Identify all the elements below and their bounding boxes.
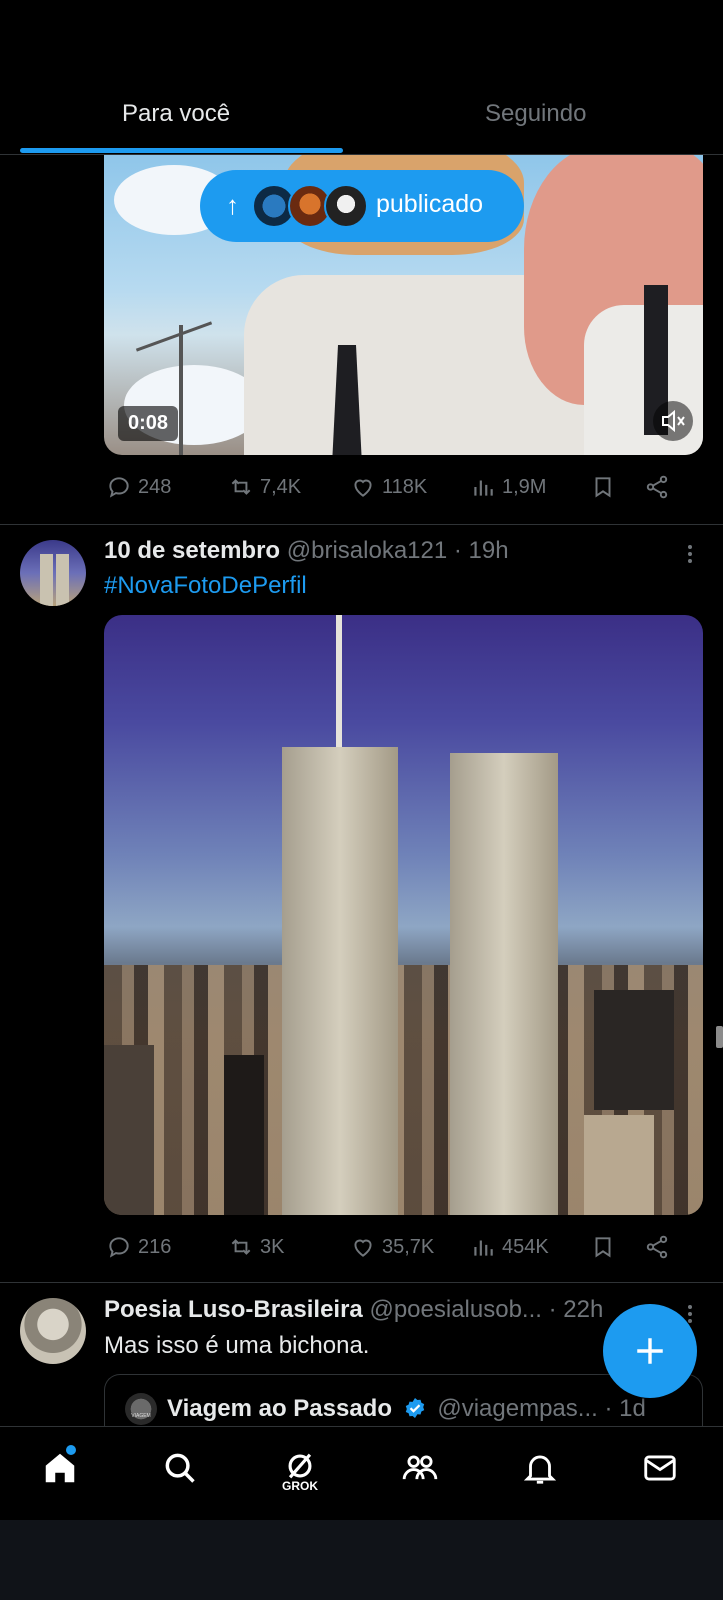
repost-count: 7,4K [260, 475, 302, 498]
tweet-divider [0, 524, 723, 525]
system-navigation-bar [0, 1520, 723, 1600]
reply-button[interactable]: 216 [106, 1234, 171, 1260]
grok-icon [288, 1453, 312, 1479]
tweet-actions: 216 3K 35,7K 454K [104, 1234, 694, 1270]
bookmark-button[interactable] [590, 1234, 616, 1260]
views-chart-icon [474, 480, 493, 496]
new-posts-label: publicado [376, 190, 484, 218]
author-name[interactable]: 10 de setembro [104, 537, 280, 564]
mute-button[interactable] [653, 401, 693, 441]
nav-home[interactable] [38, 1445, 82, 1497]
avatar: VIAGEM [125, 1393, 157, 1425]
avatar-text: VIAGEM [131, 1413, 151, 1419]
video-antenna [179, 325, 183, 455]
image-building [224, 1055, 264, 1215]
like-button[interactable]: 35,7K [350, 1234, 434, 1260]
notification-dot [66, 1445, 76, 1455]
tweet-header: Poesia Luso-Brasileira @poesialusob... ·… [104, 1296, 603, 1324]
tweet-actions: 248 7,4K 118K 1,9M [104, 474, 694, 510]
bell-icon [523, 1455, 557, 1484]
quoted-author-handle: @viagempas... [437, 1395, 598, 1422]
repost-icon [231, 1239, 251, 1255]
like-count: 118K [382, 475, 428, 498]
views-button[interactable]: 454K [470, 1234, 549, 1260]
quoted-tweet-header: Viagem ao Passado @viagempas... · 1d [167, 1395, 646, 1423]
plus-icon [637, 1338, 663, 1364]
share-icon [646, 475, 668, 499]
nav-notifications[interactable] [518, 1449, 562, 1497]
reply-count: 216 [138, 1235, 172, 1258]
tab-following[interactable]: Seguindo [485, 100, 586, 128]
communities-icon [402, 1455, 438, 1480]
hashtag-link[interactable]: #NovaFotoDePerfil [104, 572, 307, 600]
grok-label: GROK [282, 1479, 318, 1493]
nav-search[interactable] [158, 1449, 202, 1497]
tweet-time: · 19h [453, 537, 509, 564]
repost-button[interactable]: 7,4K [228, 474, 301, 500]
image-building [594, 990, 674, 1110]
reply-icon [109, 477, 129, 498]
search-icon [165, 1453, 195, 1483]
tweet-divider [0, 1282, 723, 1283]
tweet-header: 10 de setembro @brisaloka121 · 19h [104, 537, 509, 565]
repost-button[interactable]: 3K [228, 1234, 284, 1260]
share-button[interactable] [644, 1234, 670, 1260]
tweet-image[interactable] [104, 615, 703, 1215]
compose-button[interactable] [603, 1304, 697, 1398]
share-button[interactable] [644, 474, 670, 500]
heart-icon [354, 1239, 372, 1257]
home-icon [45, 1453, 75, 1483]
like-button[interactable]: 118K [350, 474, 427, 500]
reply-button[interactable]: 248 [106, 474, 171, 500]
quoted-author-name: Viagem ao Passado [167, 1395, 392, 1422]
video-antenna-bar [135, 321, 213, 352]
tweet-time: · 22h [548, 1296, 604, 1323]
bookmark-icon [595, 477, 611, 498]
new-posts-pill[interactable]: ↑ publicado [200, 170, 524, 242]
arrow-up-icon: ↑ [226, 190, 239, 220]
avatar[interactable] [20, 1298, 86, 1364]
reply-icon [109, 1237, 129, 1258]
share-icon [646, 1235, 668, 1259]
more-options-icon[interactable] [684, 542, 696, 570]
view-count: 1,9M [502, 475, 547, 498]
quoted-tweet[interactable]: VIAGEM Viagem ao Passado @viagempas... ·… [104, 1374, 703, 1434]
image-antenna [336, 615, 342, 749]
repost-icon [231, 479, 251, 495]
reply-count: 248 [138, 475, 172, 498]
quoted-tweet-time: · 1d [604, 1395, 646, 1422]
avatar[interactable] [20, 540, 86, 606]
image-building [104, 1045, 154, 1215]
views-button[interactable]: 1,9M [470, 474, 546, 500]
tab-for-you[interactable]: Para você [122, 100, 230, 128]
bottom-navigation: GROK [0, 1426, 723, 1520]
tweet-text: Mas isso é uma bichona. [104, 1332, 370, 1359]
image-building [584, 1115, 654, 1215]
bookmark-icon [595, 1237, 611, 1258]
nav-messages[interactable] [638, 1449, 682, 1497]
view-count: 454K [502, 1235, 549, 1258]
mail-icon [644, 1455, 676, 1481]
muted-speaker-icon [662, 409, 685, 433]
heart-icon [354, 479, 372, 497]
author-name[interactable]: Poesia Luso-Brasileira [104, 1296, 363, 1323]
like-count: 35,7K [382, 1235, 435, 1258]
nav-communities[interactable] [398, 1449, 442, 1497]
author-handle[interactable]: @brisaloka121 [287, 537, 447, 564]
bookmark-button[interactable] [590, 474, 616, 500]
video-duration: 0:08 [118, 406, 179, 441]
nav-grok[interactable]: GROK [278, 1449, 322, 1497]
image-tower [282, 747, 398, 1215]
repost-count: 3K [260, 1235, 285, 1258]
avatar [324, 184, 368, 228]
image-tower [450, 753, 558, 1215]
views-chart-icon [474, 1240, 493, 1256]
avatar-tower [40, 554, 53, 606]
verified-badge-icon [405, 1398, 424, 1418]
active-tab-indicator [20, 148, 343, 153]
avatar-tower [56, 554, 69, 606]
timeline-tabs: Para você Seguindo [0, 0, 723, 155]
scrollbar-thumb[interactable] [716, 1026, 723, 1048]
author-handle[interactable]: @poesialusob... [369, 1296, 541, 1323]
